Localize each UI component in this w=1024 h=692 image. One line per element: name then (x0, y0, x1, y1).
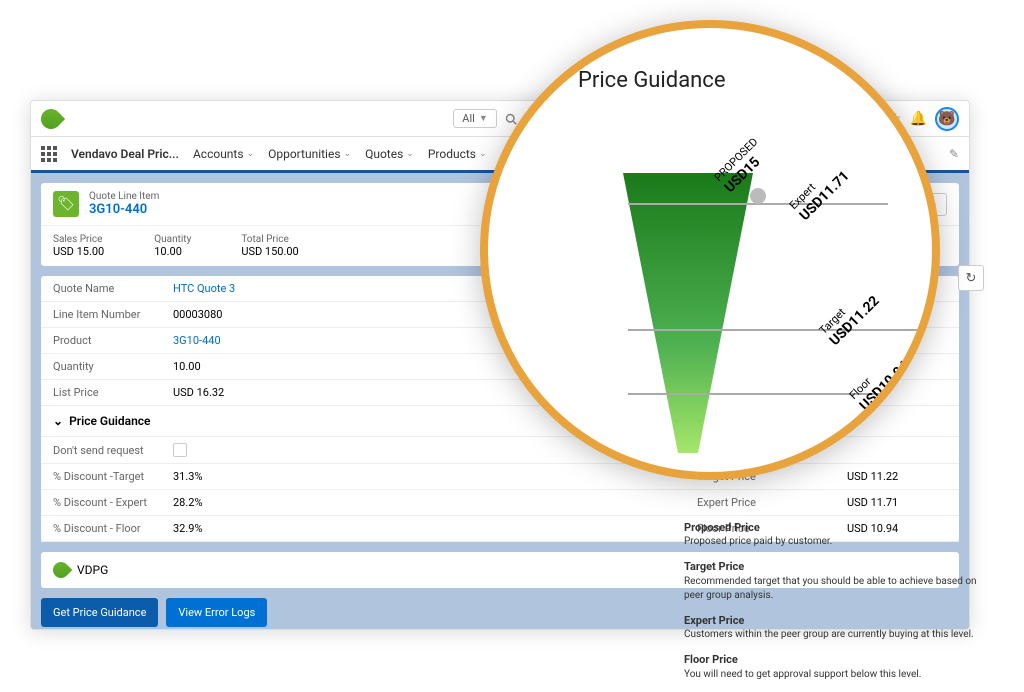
chevron-down-icon: ⌄ (406, 149, 414, 159)
nav-quotes[interactable]: Quotes⌄ (365, 147, 414, 161)
disc-floor-label: % Discount - Floor (53, 522, 173, 535)
floor-price-title: Floor Price (684, 652, 984, 667)
zoom-lens: Price Guidance PROPOSEDUSD15 ExpertUSD11… (480, 20, 940, 480)
nav-accounts[interactable]: Accounts⌄ (193, 147, 254, 161)
proposed-price-body: Proposed price paid by customer. (684, 535, 984, 549)
quantity-label: Quantity (154, 234, 191, 245)
expert-label: ExpertUSD11.71 (786, 157, 853, 224)
chevron-down-icon: ⌄ (247, 149, 255, 159)
list-price-label: List Price (53, 386, 173, 399)
edit-pencil-icon[interactable]: ✎ (949, 147, 959, 161)
expert-price-title: Expert Price (684, 613, 984, 628)
floor-price-body: You will need to get approval support be… (684, 668, 984, 682)
total-price-value: USD 150.00 (241, 245, 298, 258)
chevron-down-icon: ▼ (479, 113, 488, 124)
refresh-button[interactable]: ↻ (958, 265, 984, 291)
get-price-guidance-button[interactable]: Get Price Guidance (41, 598, 158, 627)
target-price-title: Target Price (684, 559, 984, 574)
scope-filter-label: All (462, 112, 475, 125)
quote-name-label: Quote Name (53, 282, 173, 295)
expert-price-label: Expert Price (697, 496, 847, 509)
quote-line-item-icon: 🏷 (53, 191, 79, 217)
expert-price-value: USD 11.71 (847, 496, 947, 509)
sales-price-value: USD 15.00 (53, 245, 104, 258)
sales-price-label: Sales Price (53, 234, 104, 245)
object-label: Quote Line Item (89, 191, 159, 202)
qty-label: Quantity (53, 360, 173, 373)
disc-expert-label: % Discount - Expert (53, 496, 173, 509)
avatar[interactable]: 🐻 (935, 107, 959, 131)
target-line (628, 329, 918, 331)
app-launcher-icon[interactable] (41, 146, 57, 162)
dont-send-checkbox[interactable] (173, 443, 187, 457)
nav-products[interactable]: Products⌄ (428, 147, 487, 161)
chevron-down-icon: ⌄ (344, 149, 352, 159)
disc-target-label: % Discount -Target (53, 470, 173, 483)
price-funnel-chart: PROPOSEDUSD15 ExpertUSD11.71 TargetUSD11… (518, 93, 902, 473)
vendavo-logo-icon (50, 559, 73, 582)
disc-expert-value: 28.2% (173, 496, 697, 509)
proposed-price-title: Proposed Price (684, 520, 984, 535)
line-num-label: Line Item Number (53, 308, 173, 321)
total-price-label: Total Price (241, 234, 298, 245)
view-error-logs-button[interactable]: View Error Logs (166, 598, 267, 627)
chevron-down-icon: ⌄ (479, 149, 487, 159)
vdpg-title: VDPG (77, 563, 108, 577)
target-label: TargetUSD11.22 (816, 282, 883, 349)
lens-title: Price Guidance (578, 68, 902, 93)
product-label: Product (53, 334, 173, 347)
app-name: Vendavo Deal Pric... (71, 147, 179, 161)
expert-price-body: Customers within the peer group are curr… (684, 628, 984, 642)
dont-send-label: Don't send request (53, 444, 173, 457)
funnel-icon (608, 153, 768, 473)
chevron-down-icon: ⌄ (53, 414, 63, 428)
disc-floor-value: 32.9% (173, 522, 697, 535)
target-price-body: Recommended target that you should be ab… (684, 575, 984, 603)
proposed-marker-icon (750, 188, 766, 204)
quantity-value: 10.00 (154, 245, 191, 258)
floor-label: FloorUSD10.94 (846, 347, 913, 414)
record-name[interactable]: 3G10-440 (89, 202, 159, 217)
nav-opportunities[interactable]: Opportunities⌄ (268, 147, 351, 161)
vendavo-logo-icon (37, 104, 65, 132)
